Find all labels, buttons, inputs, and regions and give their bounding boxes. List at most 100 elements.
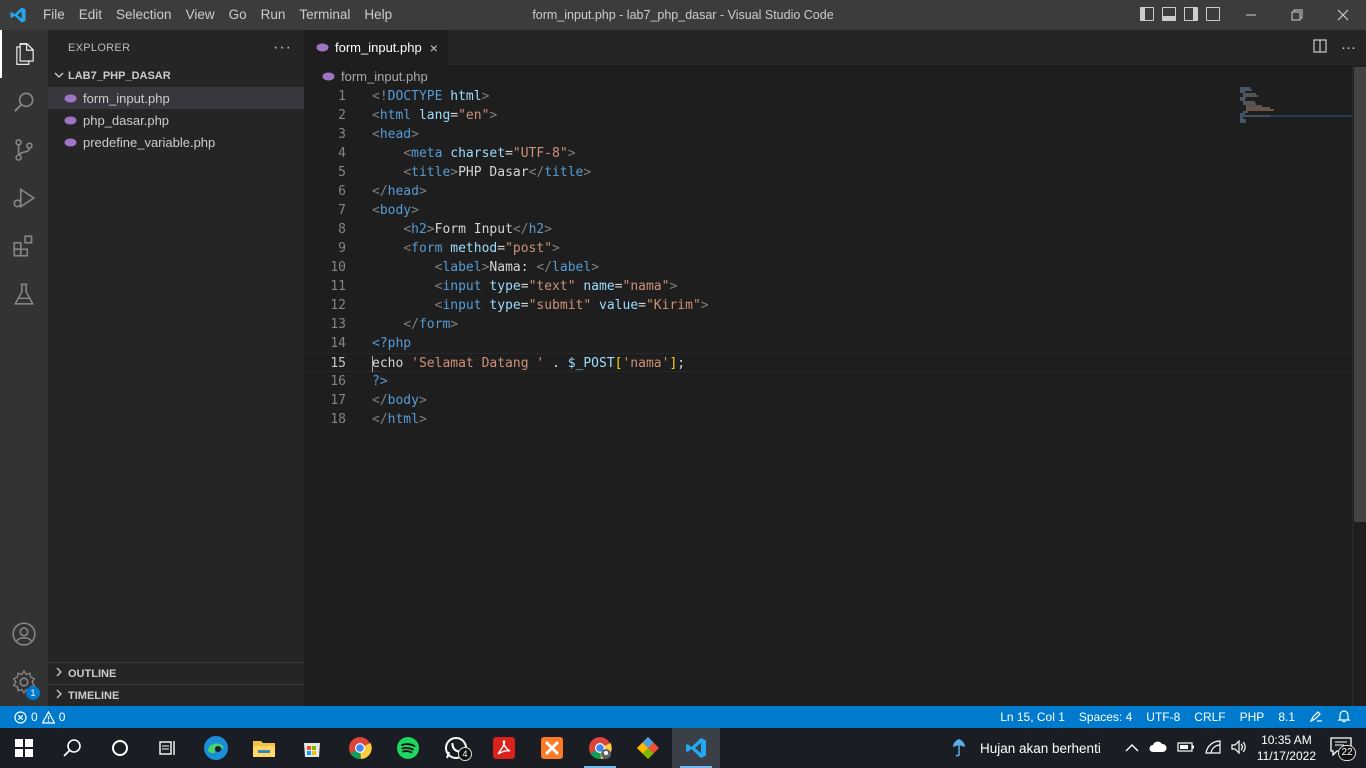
code-line[interactable]: 8 <h2>Form Input</h2> <box>304 220 1366 239</box>
code-line[interactable]: 16 ?> <box>304 372 1366 391</box>
code-line[interactable]: 5 <title>PHP Dasar</title> <box>304 163 1366 182</box>
extensions-icon[interactable] <box>0 222 48 270</box>
explorer-icon[interactable] <box>0 30 48 78</box>
windows-start-icon[interactable] <box>0 728 48 768</box>
code-token: body <box>379 203 412 218</box>
file-item-form-input[interactable]: form_input.php <box>48 87 304 109</box>
code-token: html <box>379 108 412 123</box>
menu-selection[interactable]: Selection <box>109 0 179 30</box>
menu-go[interactable]: Go <box>222 0 254 30</box>
weather-widget[interactable]: Hujan akan berhenti <box>950 737 1101 759</box>
code-line[interactable]: 4 <meta charset="UTF-8"> <box>304 144 1366 163</box>
chrome-icon[interactable] <box>336 728 384 768</box>
menu-file[interactable]: File <box>36 0 72 30</box>
timeline-section[interactable]: TIMELINE <box>48 684 304 706</box>
accounts-icon[interactable] <box>0 610 48 658</box>
toggle-panel-icon[interactable] <box>1162 7 1176 21</box>
xampp-icon[interactable] <box>528 728 576 768</box>
more-actions-icon[interactable]: ··· <box>273 39 292 57</box>
cursor-position[interactable]: Ln 15, Col 1 <box>993 710 1072 724</box>
timeline-label: TIMELINE <box>68 689 120 702</box>
battery-icon[interactable] <box>1177 741 1195 756</box>
git-icon[interactable] <box>624 728 672 768</box>
language-mode[interactable]: PHP <box>1233 710 1272 724</box>
feedback-icon[interactable] <box>1302 709 1330 726</box>
end-of-line[interactable]: CRLF <box>1187 710 1232 724</box>
menu-help[interactable]: Help <box>357 0 399 30</box>
minimap[interactable] <box>1240 87 1352 147</box>
line-number: 12 <box>330 298 346 313</box>
code-token: lang <box>418 108 451 123</box>
code-line[interactable]: 6 </head> <box>304 182 1366 201</box>
search-icon[interactable] <box>48 728 96 768</box>
whatsapp-icon[interactable]: 4 <box>432 728 480 768</box>
code-line[interactable]: 13 </form> <box>304 315 1366 334</box>
code-line[interactable]: 12 <input type="submit" value="Kirim"> <box>304 296 1366 315</box>
editor-scrollbar[interactable] <box>1352 65 1366 706</box>
search-icon[interactable] <box>0 78 48 126</box>
indentation[interactable]: Spaces: 4 <box>1072 710 1139 724</box>
chevron-up-icon[interactable] <box>1125 741 1139 756</box>
file-item-predefine-variable[interactable]: predefine_variable.php <box>48 131 304 153</box>
wifi-icon[interactable] <box>1205 739 1221 757</box>
task-view-icon[interactable] <box>144 728 192 768</box>
customize-layout-icon[interactable] <box>1206 7 1220 21</box>
explorer-title: EXPLORER <box>68 41 131 54</box>
chrome-profile-icon[interactable] <box>576 728 624 768</box>
breadcrumb[interactable]: form_input.php <box>304 65 1366 87</box>
volume-icon[interactable] <box>1231 739 1247 757</box>
toggle-secondary-sidebar-icon[interactable] <box>1184 7 1198 21</box>
more-actions-icon[interactable]: ··· <box>1341 39 1356 56</box>
microsoft-store-icon[interactable] <box>288 728 336 768</box>
code-token: h2 <box>528 222 545 237</box>
folder-lab7-php-dasar[interactable]: LAB7_PHP_DASAR <box>48 65 304 87</box>
restore-icon[interactable] <box>1274 0 1320 30</box>
code-line[interactable]: 2 <html lang="en"> <box>304 106 1366 125</box>
close-window-icon[interactable] <box>1320 0 1366 30</box>
scrollbar-thumb[interactable] <box>1354 67 1366 522</box>
edge-icon[interactable] <box>192 728 240 768</box>
menu-view[interactable]: View <box>179 0 222 30</box>
outline-section[interactable]: OUTLINE <box>48 662 304 684</box>
split-editor-icon[interactable] <box>1313 39 1327 56</box>
testing-icon[interactable] <box>0 270 48 318</box>
line-text: <meta charset="UTF-8"> <box>346 144 575 163</box>
encoding[interactable]: UTF-8 <box>1139 710 1187 724</box>
tab-form-input[interactable]: form_input.php × <box>304 30 448 65</box>
clock[interactable]: 10:35 AM 11/17/2022 <box>1257 732 1316 764</box>
minimize-icon[interactable] <box>1228 0 1274 30</box>
acrobat-icon[interactable] <box>480 728 528 768</box>
manage-gear-icon[interactable]: 1 <box>0 658 48 706</box>
code-line[interactable]: 15 echo 'Selamat Datang ' . $_POST['nama'… <box>304 353 1366 372</box>
php-version[interactable]: 8.1 <box>1271 710 1302 724</box>
cortana-icon[interactable] <box>96 728 144 768</box>
code-line[interactable]: 3 <head> <box>304 125 1366 144</box>
menu-edit[interactable]: Edit <box>72 0 109 30</box>
notifications-bell-icon[interactable] <box>1330 709 1358 726</box>
problems-indicator[interactable]: 0 0 <box>0 710 65 724</box>
spotify-icon[interactable] <box>384 728 432 768</box>
code-editor[interactable]: 1 <!DOCTYPE html> 2 <html lang="en"> 3 <head>… <box>304 87 1366 429</box>
run-debug-icon[interactable] <box>0 174 48 222</box>
code-line[interactable]: 10 <label>Nama: </label> <box>304 258 1366 277</box>
error-icon <box>14 710 27 724</box>
code-line[interactable]: 1 <!DOCTYPE html> <box>304 87 1366 106</box>
code-line[interactable]: 17 </body> <box>304 391 1366 410</box>
onedrive-cloud-icon[interactable] <box>1149 741 1167 756</box>
action-center-icon[interactable]: 22 <box>1330 736 1356 761</box>
code-line[interactable]: 18 </html> <box>304 410 1366 429</box>
source-control-icon[interactable] <box>0 126 48 174</box>
code-line[interactable]: 11 <input type="text" name="nama"> <box>304 277 1366 296</box>
code-line[interactable]: 14 <?php <box>304 334 1366 353</box>
menu-run[interactable]: Run <box>254 0 293 30</box>
status-bar: 0 0 Ln 15, Col 1 Spaces: 4 UTF-8 CRLF PH… <box>0 706 1366 728</box>
close-tab-icon[interactable]: × <box>430 40 438 56</box>
menu-terminal[interactable]: Terminal <box>292 0 357 30</box>
code-line[interactable]: 7 <body> <box>304 201 1366 220</box>
code-line[interactable]: 9 <form method="post"> <box>304 239 1366 258</box>
file-item-php-dasar[interactable]: php_dasar.php <box>48 109 304 131</box>
file-explorer-icon[interactable] <box>240 728 288 768</box>
toggle-sidebar-icon[interactable] <box>1140 7 1154 21</box>
vscode-icon[interactable] <box>672 728 720 768</box>
